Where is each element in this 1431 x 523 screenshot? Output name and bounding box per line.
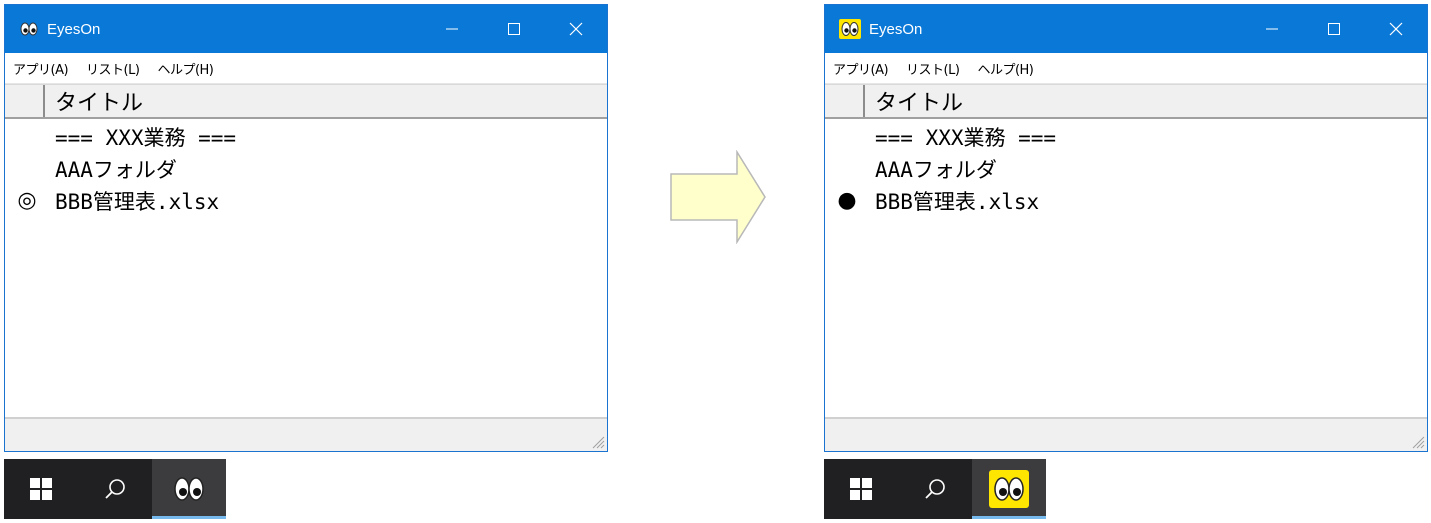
header-mark-column[interactable]: [825, 85, 865, 117]
menu-app[interactable]: アプリ(A): [833, 59, 889, 78]
eyes-icon: [19, 21, 39, 37]
menu-help[interactable]: ヘルプ(H): [977, 59, 1033, 78]
close-button[interactable]: [1365, 5, 1427, 53]
item-list: === XXX業務 === AAAフォルダ ● BBB管理表.xlsx: [825, 119, 1427, 419]
start-button[interactable]: [4, 459, 78, 519]
row-text: === XXX業務 ===: [875, 126, 1057, 150]
taskbar-after: [824, 459, 1046, 519]
close-button[interactable]: [545, 5, 607, 53]
header-mark-column[interactable]: [5, 85, 45, 117]
maximize-icon: [1328, 23, 1340, 35]
resize-grip-icon[interactable]: [1411, 435, 1425, 449]
menu-help[interactable]: ヘルプ(H): [157, 59, 213, 78]
windows-start-icon: [850, 478, 872, 500]
status-bar: [825, 417, 1427, 451]
start-button[interactable]: [824, 459, 898, 519]
menu-list[interactable]: リスト(L): [906, 59, 960, 78]
minimize-button[interactable]: [421, 5, 483, 53]
minimize-icon: [446, 28, 458, 30]
app-window-after: EyesOn アプリ(A) リスト(L) ヘルプ(H) タイトル === XXX…: [824, 4, 1428, 452]
search-button[interactable]: [898, 459, 972, 519]
maximize-button[interactable]: [483, 5, 545, 53]
eyes-icon: [989, 470, 1029, 508]
taskbar-before: [4, 459, 226, 519]
close-icon: [1389, 22, 1403, 36]
list-item[interactable]: ◎ BBB管理表.xlsx: [5, 185, 607, 217]
resize-grip-icon[interactable]: [591, 435, 605, 449]
search-icon: [105, 479, 125, 499]
row-text: BBB管理表.xlsx: [875, 190, 1040, 214]
list-column-header: タイトル: [825, 84, 1427, 119]
eyes-icon: [169, 470, 209, 508]
list-item[interactable]: ● BBB管理表.xlsx: [825, 185, 1427, 217]
row-text: BBB管理表.xlsx: [55, 190, 220, 214]
eyes-icon: [839, 19, 861, 39]
header-title-column[interactable]: タイトル: [875, 85, 963, 117]
taskbar-app-eyeson[interactable]: [152, 459, 226, 519]
list-column-header: タイトル: [5, 84, 607, 119]
menu-app[interactable]: アプリ(A): [13, 59, 69, 78]
window-title: EyesOn: [47, 20, 101, 38]
title-bar[interactable]: EyesOn: [825, 5, 1427, 53]
menu-list[interactable]: リスト(L): [86, 59, 140, 78]
transition-arrow: [670, 150, 766, 244]
item-list: === XXX業務 === AAAフォルダ ◎ BBB管理表.xlsx: [5, 119, 607, 419]
row-text: === XXX業務 ===: [55, 126, 237, 150]
header-title-column[interactable]: タイトル: [55, 85, 143, 117]
search-icon: [925, 479, 945, 499]
comparison-stage: EyesOn アプリ(A) リスト(L) ヘルプ(H) タイトル === XXX…: [0, 0, 1431, 523]
list-item[interactable]: === XXX業務 ===: [5, 121, 607, 153]
taskbar-app-eyeson[interactable]: [972, 459, 1046, 519]
status-bar: [5, 417, 607, 451]
minimize-icon: [1266, 28, 1278, 30]
search-button[interactable]: [78, 459, 152, 519]
menu-bar: アプリ(A) リスト(L) ヘルプ(H): [825, 53, 1427, 84]
row-mark: ●: [837, 188, 857, 213]
row-text: AAAフォルダ: [875, 158, 997, 182]
app-window-before: EyesOn アプリ(A) リスト(L) ヘルプ(H) タイトル === XXX…: [4, 4, 608, 452]
row-text: AAAフォルダ: [55, 158, 177, 182]
maximize-button[interactable]: [1303, 5, 1365, 53]
windows-start-icon: [30, 478, 52, 500]
list-item[interactable]: AAAフォルダ: [5, 153, 607, 185]
menu-bar: アプリ(A) リスト(L) ヘルプ(H): [5, 53, 607, 84]
row-mark: ◎: [17, 188, 37, 213]
minimize-button[interactable]: [1241, 5, 1303, 53]
title-bar[interactable]: EyesOn: [5, 5, 607, 53]
list-item[interactable]: AAAフォルダ: [825, 153, 1427, 185]
maximize-icon: [508, 23, 520, 35]
close-icon: [569, 22, 583, 36]
list-item[interactable]: === XXX業務 ===: [825, 121, 1427, 153]
window-title: EyesOn: [869, 20, 923, 38]
